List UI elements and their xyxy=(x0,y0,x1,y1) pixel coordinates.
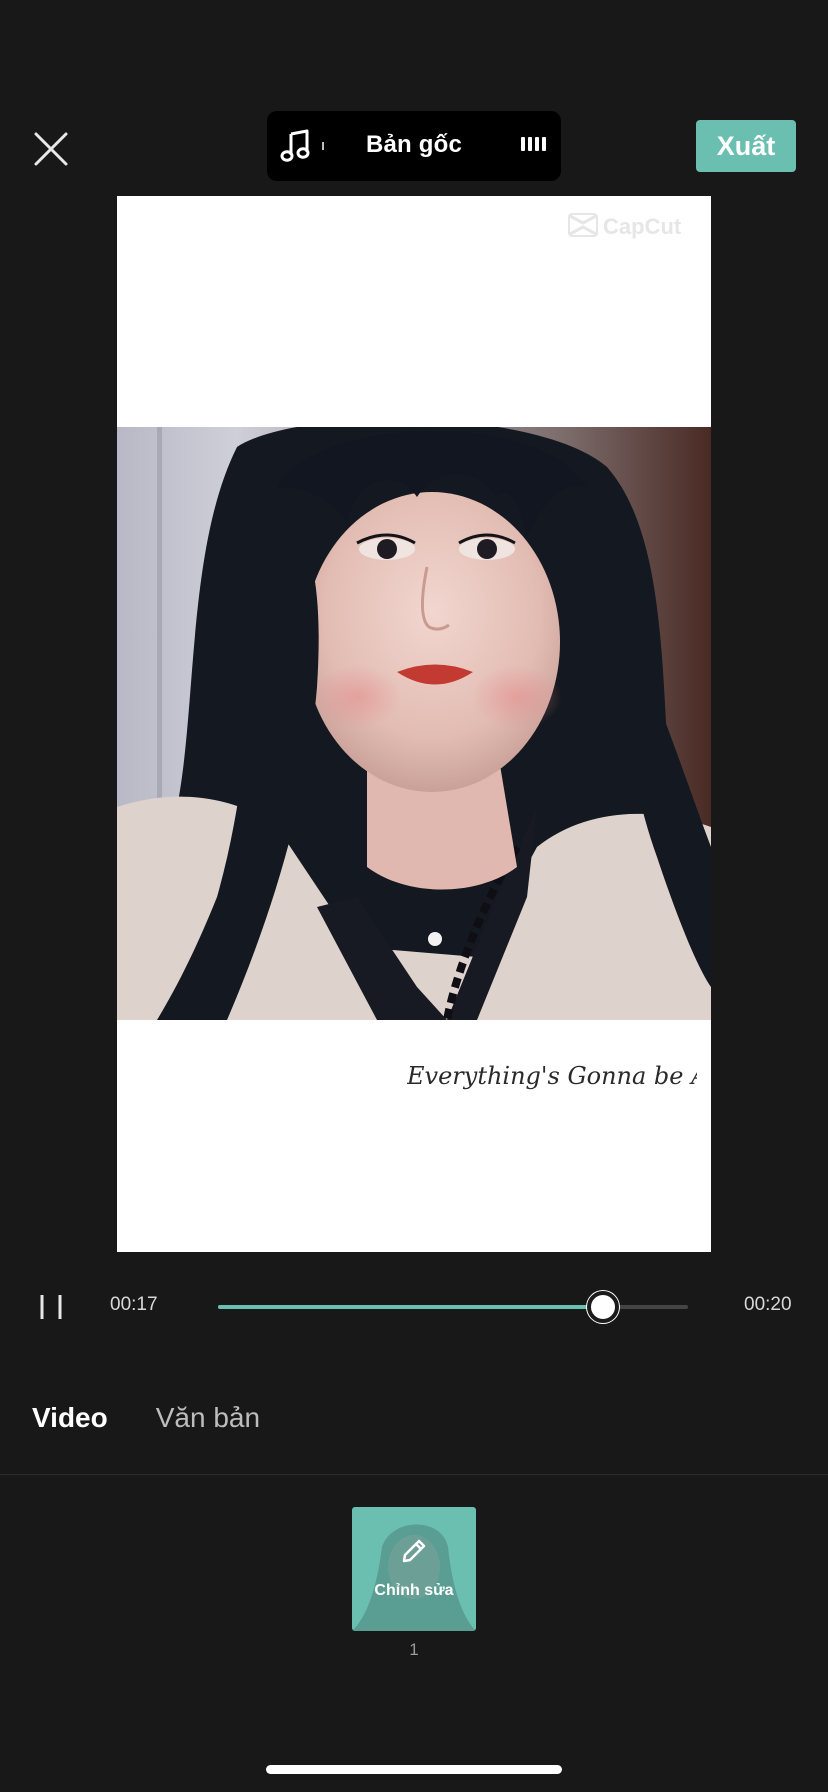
play-pause-button[interactable] xyxy=(36,1292,66,1322)
video-preview[interactable]: CapCut Everything's Gonna be xyxy=(117,196,711,1252)
editor-screen: Bản gốc Xuất CapCut Everything's Gonna b… xyxy=(0,0,828,1792)
pause-icon xyxy=(40,1295,62,1319)
divider xyxy=(0,1474,828,1475)
scrubber-progress xyxy=(218,1305,604,1309)
scrubber-handle[interactable] xyxy=(587,1291,620,1323)
clip-edit-label: Chỉnh sửa xyxy=(374,1582,454,1599)
clip-thumbnail xyxy=(352,1524,476,1631)
clip-edit-tile[interactable]: Chỉnh sửa xyxy=(352,1507,476,1631)
home-indicator[interactable] xyxy=(266,1765,562,1774)
audio-selector[interactable]: Bản gốc xyxy=(267,111,561,181)
close-icon xyxy=(34,132,68,166)
caption-label: Everything's Gonna be Alright. xyxy=(407,1062,697,1090)
waveform-icon xyxy=(521,137,546,151)
watermark-text: CapCut xyxy=(603,214,682,239)
capcut-watermark: CapCut xyxy=(565,210,701,240)
clip-index: 1 xyxy=(409,1640,419,1659)
close-button[interactable] xyxy=(28,126,74,172)
current-time: 00:17 xyxy=(110,1294,158,1315)
tab-text[interactable]: Văn bản xyxy=(156,1402,260,1434)
capcut-logo-icon xyxy=(568,213,598,237)
total-time: 00:20 xyxy=(744,1294,792,1315)
pencil-icon xyxy=(402,1539,426,1563)
playback-scrubber[interactable] xyxy=(218,1291,688,1323)
portrait-photo xyxy=(117,427,711,1020)
mode-tabs: Video Văn bản xyxy=(32,1402,260,1434)
tab-video[interactable]: Video xyxy=(32,1402,108,1434)
audio-source-label: Bản gốc xyxy=(365,131,463,158)
export-button[interactable]: Xuất xyxy=(696,120,796,172)
caption-text: Everything's Gonna be Alright. xyxy=(407,1062,697,1090)
